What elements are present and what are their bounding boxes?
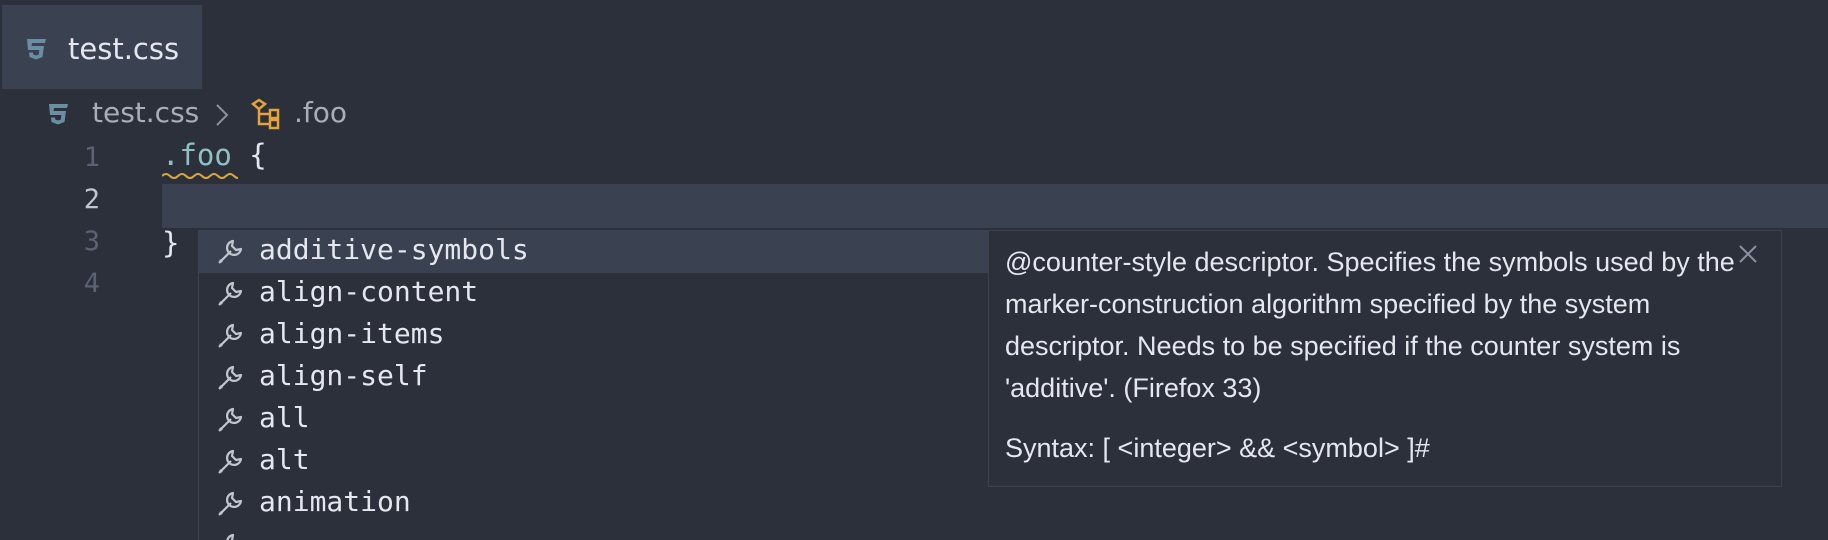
css3-icon [27,39,46,60]
breadcrumb: test.css .foo [0,92,1828,138]
suggest-item[interactable]: alt [199,441,989,483]
line-number: 3 [83,226,100,257]
wrench-icon [218,281,243,306]
details-description: @counter-style descriptor. Specifies the… [1005,247,1735,403]
wrench-icon [218,449,243,474]
breadcrumb-file[interactable]: test.css [92,96,199,129]
suggest-item[interactable]: all [199,399,989,441]
wrench-icon [218,407,243,432]
wrench-icon [218,323,243,348]
line-number: 4 [83,268,100,299]
suggest-item-label: additive-symbols [259,233,529,266]
suggest-item[interactable]: animation [199,483,989,525]
wrench-icon [226,533,235,540]
close-brace: } [162,226,180,260]
css-selector: .foo [162,138,232,172]
suggest-item-label: align-self [259,359,428,392]
wrench-icon [218,365,243,390]
details-syntax: Syntax: [ <integer> && <symbol> ]# [1005,433,1430,463]
code-line-1[interactable]: .foo { [162,138,267,172]
suggest-item-partial[interactable] [199,525,989,540]
current-line-highlight [162,184,1828,228]
wrench-icon [218,239,243,264]
tab-label: test.css [68,32,180,66]
wrench-icon [218,491,243,516]
css3-icon [49,104,68,125]
breadcrumb-symbol[interactable]: .foo [294,96,347,129]
suggest-details-panel: @counter-style descriptor. Specifies the… [988,230,1782,487]
code-editor[interactable]: 1 2 3 4 .foo { } additive-symbols align-… [0,138,1828,540]
open-brace: { [231,138,267,172]
suggest-item[interactable]: align-items [199,315,989,357]
tab-test-css[interactable]: test.css [2,5,202,89]
suggest-item-label: animation [259,485,411,518]
suggest-item-label: align-content [259,275,479,308]
suggest-item[interactable]: align-self [199,357,989,399]
suggest-widget[interactable]: additive-symbols align-content align-ite… [198,230,989,540]
warning-squiggle [162,173,238,179]
suggest-item-label: alt [259,443,310,476]
suggest-item-label: align-items [259,317,445,350]
suggest-item[interactable]: additive-symbols [199,231,989,273]
line-number: 1 [83,142,100,173]
symbol-class-icon [250,98,280,130]
line-number-active: 2 [83,184,100,215]
tab-bar: test.css [0,0,1828,89]
code-line-3[interactable]: } [162,226,179,260]
chevron-right-icon [216,104,229,126]
suggest-item[interactable]: align-content [199,273,989,315]
suggest-item-label: all [259,401,310,434]
